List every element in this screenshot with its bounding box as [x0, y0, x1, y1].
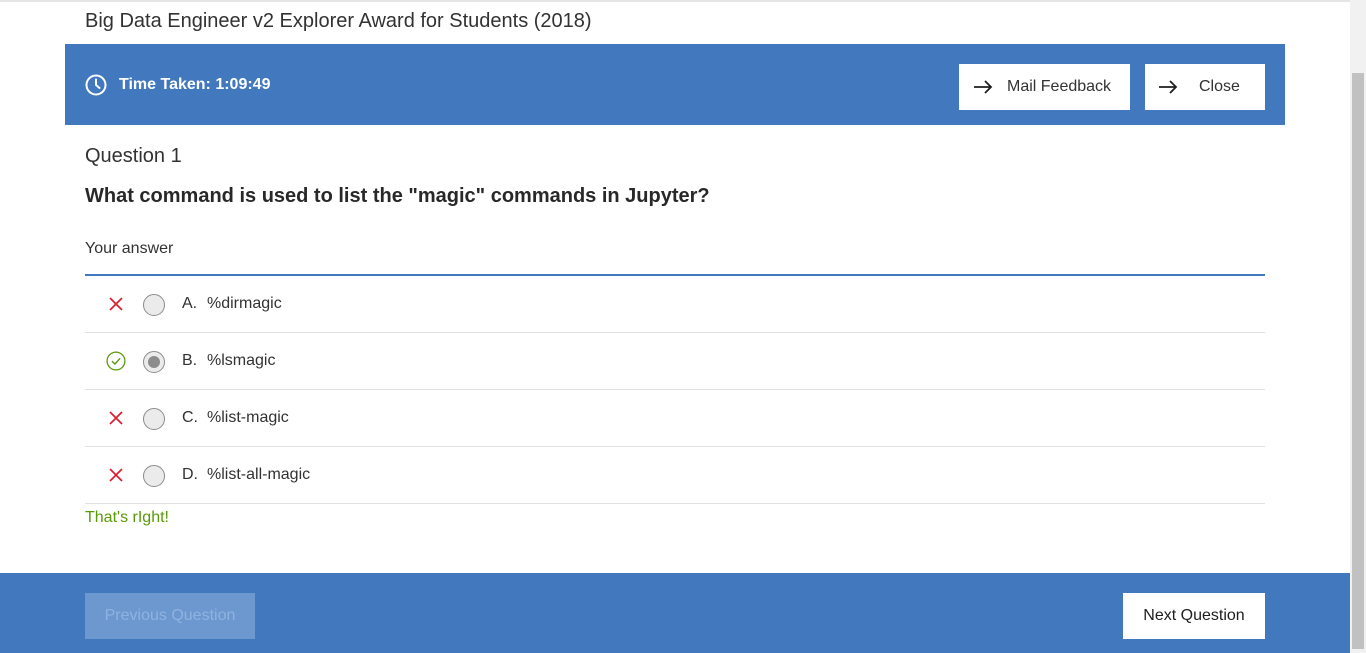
- option-letter: D.: [182, 466, 198, 483]
- question-number: Question 1: [85, 145, 182, 167]
- time-taken-label: Time Taken: 1:09:49: [119, 75, 271, 93]
- answer-option-a[interactable]: A. %dirmagic: [85, 276, 1265, 333]
- option-letter: C.: [182, 409, 198, 426]
- answer-options: A. %dirmagic B. %lsmagic C. %list-magic …: [85, 276, 1265, 504]
- option-text: %list-all-magic: [207, 466, 311, 483]
- quiz-header-bar: Time Taken: 1:09:49 Mail Feedback Close: [65, 44, 1285, 125]
- radio-button[interactable]: [143, 465, 165, 487]
- your-answer-label: Your answer: [85, 240, 174, 257]
- correct-check-icon: [106, 351, 126, 371]
- page-title: Big Data Engineer v2 Explorer Award for …: [85, 10, 592, 32]
- radio-button[interactable]: [143, 294, 165, 316]
- close-button[interactable]: Close: [1145, 64, 1265, 110]
- option-text: %dirmagic: [207, 295, 282, 312]
- arrow-right-icon: [1158, 80, 1178, 94]
- option-text: %list-magic: [207, 409, 289, 426]
- clock-icon: [85, 74, 107, 96]
- arrow-right-icon: [973, 80, 993, 94]
- mail-feedback-button[interactable]: Mail Feedback: [959, 64, 1130, 110]
- answer-option-c[interactable]: C. %list-magic: [85, 390, 1265, 447]
- incorrect-x-icon: [106, 465, 126, 485]
- incorrect-x-icon: [106, 408, 126, 428]
- time-taken: Time Taken: 1:09:49: [85, 44, 270, 125]
- answer-option-b[interactable]: B. %lsmagic: [85, 333, 1265, 390]
- next-question-button[interactable]: Next Question: [1123, 593, 1265, 639]
- option-text: %lsmagic: [207, 352, 276, 369]
- radio-button[interactable]: [143, 408, 165, 430]
- option-letter: B.: [182, 352, 198, 369]
- radio-button-selected[interactable]: [143, 351, 165, 373]
- close-label: Close: [1199, 78, 1240, 95]
- quiz-footer-bar: Previous Question Next Question: [0, 573, 1350, 653]
- question-text: What command is used to list the "magic"…: [85, 185, 710, 207]
- answer-option-d[interactable]: D. %list-all-magic: [85, 447, 1265, 504]
- mail-feedback-label: Mail Feedback: [1007, 78, 1112, 95]
- incorrect-x-icon: [106, 294, 126, 314]
- scrollbar-thumb[interactable]: [1352, 73, 1364, 649]
- top-border: [0, 0, 1366, 2]
- previous-question-button[interactable]: Previous Question: [85, 593, 255, 639]
- option-letter: A.: [182, 295, 198, 312]
- answer-feedback: That's rIght!: [85, 509, 169, 526]
